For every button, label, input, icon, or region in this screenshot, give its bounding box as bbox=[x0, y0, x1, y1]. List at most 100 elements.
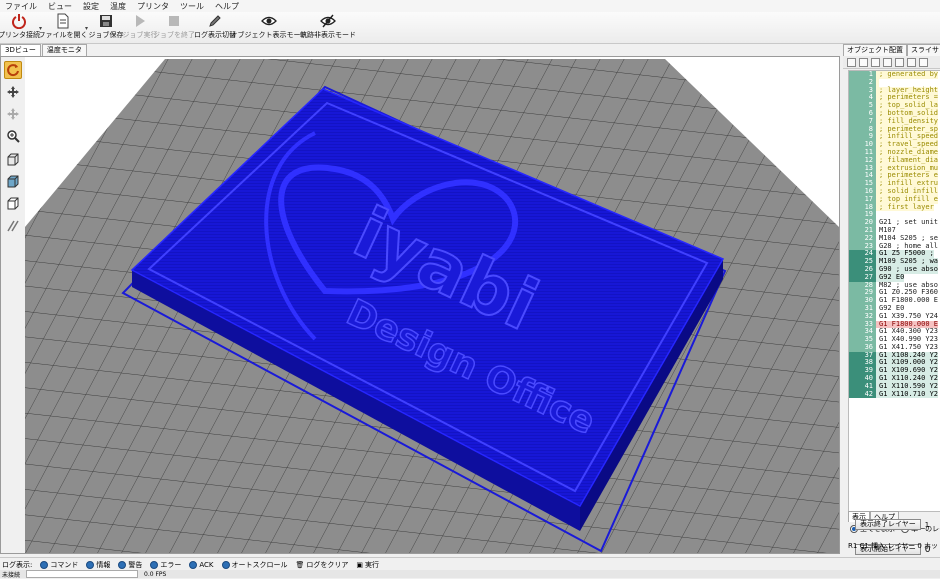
status-dot-icon bbox=[118, 560, 127, 569]
log-warnings-label: 警告 bbox=[128, 560, 143, 569]
line-number: 42 bbox=[849, 390, 876, 399]
right-panel: オブジェクト配置 スライサ Gコ 1; generated by23; laye… bbox=[843, 44, 940, 555]
move-tool[interactable] bbox=[4, 83, 22, 101]
menu-printer[interactable]: プリンタ bbox=[132, 1, 175, 12]
eye-icon bbox=[261, 16, 277, 26]
save-job-button[interactable]: ジョブ保存 bbox=[89, 13, 124, 42]
line-text: ; generated by bbox=[876, 71, 939, 79]
tab-object-placement[interactable]: オブジェクト配置 bbox=[843, 44, 907, 56]
clear-log-button[interactable]: 🗑 ログをクリア bbox=[296, 560, 349, 570]
zoom-icon bbox=[7, 130, 20, 143]
rotate-icon bbox=[7, 64, 19, 77]
side-view-tool[interactable] bbox=[4, 195, 22, 213]
floppy-icon bbox=[100, 15, 112, 27]
tab-3d-view[interactable]: 3Dビュー bbox=[0, 44, 41, 56]
main-toolbar: プリンタ接続 ▾ ファイルを開く ▾ ジョブ保存 ジョブ実行 ジョブを終了 ログ… bbox=[0, 12, 940, 44]
log-warnings-toggle[interactable]: 警告 bbox=[118, 560, 142, 570]
line-text: G1 X110.710 Y2 bbox=[876, 390, 939, 399]
clear-log-label: ログをクリア bbox=[306, 560, 349, 569]
gcode-toolbar bbox=[843, 56, 940, 69]
log-ack-toggle[interactable]: ACK bbox=[189, 560, 214, 569]
end-layer-button[interactable]: 表示終了レイヤー bbox=[855, 519, 921, 530]
move-object-icon bbox=[7, 108, 19, 120]
log-errors-label: エラー bbox=[160, 560, 182, 569]
show-paths-button[interactable]: 軌跡非表示モード bbox=[300, 13, 356, 42]
power-icon bbox=[12, 14, 26, 29]
log-label: ログ表示: bbox=[2, 560, 33, 569]
run-command-label: 実行 bbox=[365, 560, 380, 569]
run-job-button[interactable]: ジョブ実行 bbox=[123, 13, 158, 42]
status-bar: 未接続 0.0 FPS bbox=[0, 570, 940, 579]
menu-file[interactable]: ファイル bbox=[0, 1, 43, 12]
file-icon bbox=[57, 13, 69, 29]
menu-settings[interactable]: 設定 bbox=[78, 1, 105, 12]
move-object-tool[interactable] bbox=[4, 105, 22, 123]
log-commands-toggle[interactable]: コマンド bbox=[40, 560, 78, 570]
menu-view[interactable]: ビュー bbox=[43, 1, 78, 12]
front-view-tool[interactable] bbox=[4, 151, 22, 169]
menu-temperature[interactable]: 温度 bbox=[105, 1, 132, 12]
stop-job-button[interactable]: ジョブを終了 bbox=[153, 13, 195, 42]
3d-viewport[interactable]: iyabi Design Office bbox=[0, 56, 840, 554]
play-icon bbox=[136, 15, 145, 27]
run-icon: ▣ bbox=[356, 560, 364, 569]
trash-icon: 🗑 bbox=[295, 560, 305, 569]
cube-side-icon bbox=[7, 197, 19, 210]
log-errors-toggle[interactable]: エラー bbox=[150, 560, 181, 570]
stop-icon bbox=[169, 16, 179, 26]
redo-icon[interactable] bbox=[919, 57, 928, 67]
fps-readout: 0.0 FPS bbox=[144, 570, 167, 578]
run-command-button[interactable]: ▣ 実行 bbox=[356, 560, 379, 570]
status-dot-icon bbox=[150, 560, 159, 569]
log-info-toggle[interactable]: 情報 bbox=[86, 560, 110, 570]
new-file-icon[interactable] bbox=[847, 57, 856, 67]
toggle-log-button[interactable]: ログ表示切替 bbox=[194, 13, 236, 42]
status-dot-icon bbox=[189, 560, 198, 569]
menu-bar: ファイル ビュー 設定 温度 プリンタ ツール ヘルプ bbox=[0, 0, 940, 12]
log-autoscroll-label: オートスクロール bbox=[231, 560, 288, 569]
connect-button[interactable]: プリンタ接続 ▾ bbox=[0, 13, 42, 42]
print-bed-scene[interactable]: iyabi Design Office bbox=[25, 57, 839, 553]
gcode-line[interactable]: 18; first layer bbox=[849, 203, 940, 212]
show-objects-label: オブジェクト表示モード bbox=[230, 31, 308, 39]
status-dot-icon bbox=[40, 560, 49, 569]
cube-front-icon bbox=[7, 153, 19, 166]
cut-icon[interactable] bbox=[871, 57, 880, 67]
connect-label: プリンタ接続 bbox=[0, 31, 40, 39]
right-tabs: オブジェクト配置 スライサ Gコ bbox=[843, 44, 940, 56]
parallel-view-tool[interactable] bbox=[4, 217, 22, 235]
show-objects-button[interactable]: オブジェクト表示モード bbox=[231, 13, 308, 42]
stop-job-label: ジョブを終了 bbox=[153, 31, 195, 39]
load-button[interactable]: ファイルを開く ▾ bbox=[39, 13, 88, 42]
paste-icon[interactable] bbox=[895, 57, 904, 67]
view-tools bbox=[1, 57, 26, 553]
cube-top-icon bbox=[7, 175, 19, 188]
log-bar: ログ表示: コマンド 情報 警告 エラー ACK オートスクロール 🗑 ログをクリ… bbox=[0, 557, 940, 571]
parallel-lines-icon bbox=[7, 220, 19, 232]
status-dot-icon bbox=[86, 560, 95, 569]
zoom-tool[interactable] bbox=[4, 127, 22, 145]
tab-slicer[interactable]: スライサ bbox=[907, 44, 940, 56]
menu-help[interactable]: ヘルプ bbox=[210, 1, 245, 12]
pencil-icon bbox=[209, 15, 221, 27]
top-view-tool[interactable] bbox=[4, 173, 22, 191]
gcode-line[interactable]: 1; generated by bbox=[849, 71, 940, 79]
status-dot-icon bbox=[221, 560, 230, 569]
eye-slash-icon bbox=[320, 14, 336, 28]
undo-icon[interactable] bbox=[907, 57, 916, 67]
editor-status: R1 C1 挿入 レイヤー 0 ホットエ bbox=[848, 542, 940, 550]
rotate-tool[interactable] bbox=[4, 61, 22, 79]
load-label: ファイルを開く bbox=[38, 31, 88, 39]
copy-icon[interactable] bbox=[883, 57, 892, 67]
command-input[interactable] bbox=[26, 570, 139, 578]
gcode-line[interactable]: 42 G1 X110.710 Y2 bbox=[849, 390, 940, 399]
log-ack-label: ACK bbox=[199, 560, 214, 569]
save-icon[interactable] bbox=[859, 57, 868, 67]
end-layer-row: 表示終了レイヤー 1 bbox=[855, 519, 929, 530]
end-layer-value[interactable]: 1 bbox=[925, 521, 929, 529]
menu-tools[interactable]: ツール bbox=[175, 1, 210, 12]
tab-temperature-monitor[interactable]: 温度モニタ bbox=[41, 44, 87, 56]
log-autoscroll-toggle[interactable]: オートスクロール bbox=[221, 560, 288, 570]
view-tabs: 3Dビュー 温度モニタ bbox=[0, 44, 88, 56]
gcode-editor[interactable]: 1; generated by 2 3; layer_height 4; perime… bbox=[848, 70, 940, 512]
